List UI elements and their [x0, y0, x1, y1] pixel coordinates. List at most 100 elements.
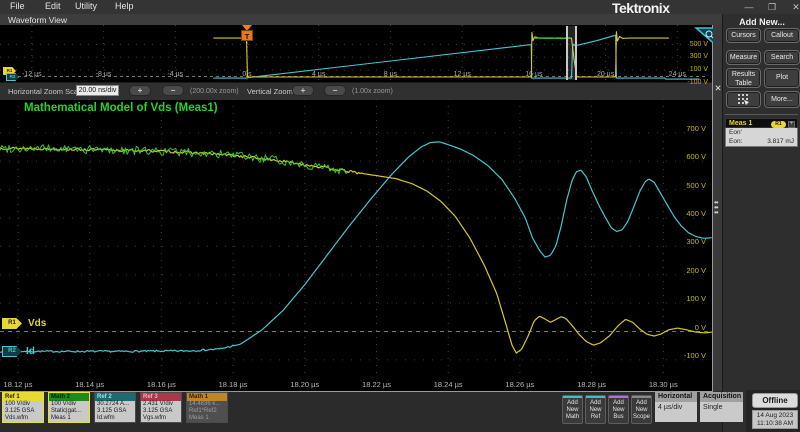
overview-volt-label: -100 V — [674, 79, 708, 86]
close-icon[interactable]: ✕ — [789, 2, 800, 13]
datetime-display: 14 Aug 2023 11:10:38 AM — [752, 410, 798, 429]
meas1-expand-icon[interactable]: + — [788, 121, 795, 128]
main-plot[interactable] — [0, 99, 712, 378]
main-time-label: 18.18 µs — [211, 380, 255, 389]
meas1-results-badge[interactable]: Meas 1 R1 + Eon' Eon: 3.817 mJ — [725, 118, 798, 147]
badge-title: Math 2 — [49, 393, 89, 401]
waveform-badge-ref3[interactable]: Ref 32.431 V/div3.125 GSAVgs.wfm — [140, 392, 182, 423]
main-time-label: 18.14 µs — [68, 380, 112, 389]
add-new-math-button[interactable]: AddNewMath — [562, 395, 583, 424]
meas1-source-pill: R1 — [771, 121, 786, 128]
horizontal-zoom-scale-input[interactable]: 20.00 ns/div — [76, 85, 119, 96]
main-volt-label: 400 V — [666, 209, 706, 218]
menu-help[interactable]: Help — [115, 1, 134, 11]
badge-row: Meas 1 — [187, 415, 227, 422]
overview-time-label: 20 µs — [588, 71, 624, 78]
acquisition-settings-panel[interactable]: Acquisition Single — [700, 392, 743, 420]
acquisition-title: Acquisition — [700, 392, 743, 402]
waveform-badge-math2[interactable]: Math 2100 V/divStatic|gat...Meas 1 — [48, 392, 90, 423]
tab-waveform-view[interactable]: Waveform View — [8, 15, 67, 25]
meas1-header: Meas 1 R1 + — [725, 118, 798, 128]
overview-volt-label: 500 V — [674, 41, 708, 48]
vds-label: Vds — [28, 318, 46, 329]
horizontal-zoom-minus-button[interactable]: − — [162, 85, 184, 96]
badge-row: 2.431 V/div — [141, 401, 181, 408]
badge-row: 3.125 GSA — [141, 408, 181, 415]
badge-row: 100 V/div — [3, 401, 43, 408]
measure-button[interactable]: Measure — [726, 50, 761, 65]
zoom-window-indicator[interactable] — [566, 26, 577, 80]
meas1-results: Eon' Eon: 3.817 mJ — [725, 128, 798, 147]
results-table-button[interactable]: Results Table — [726, 68, 761, 88]
badge-row: Vds.wfm — [3, 415, 43, 422]
accent-strip — [563, 396, 582, 398]
menu-utility[interactable]: Utility — [75, 1, 97, 11]
badge-row: Vgs.wfm — [141, 415, 181, 422]
date-text: 14 Aug 2023 — [757, 412, 794, 419]
main-volt-label: 200 V — [666, 266, 706, 275]
splitter-grip-icon[interactable]: •••••• — [714, 200, 721, 218]
search-button[interactable]: Search — [764, 50, 800, 65]
badge-row: 3.125 GSA — [3, 408, 43, 415]
waveform-badge-math1[interactable]: Math 114.4836 k...Ref1*Ref2Meas 1 — [186, 392, 228, 423]
meas1-row2-label: Eon: — [729, 138, 742, 145]
vertical-zoom-minus-button[interactable]: − — [324, 85, 346, 96]
menu-edit[interactable]: Edit — [45, 1, 61, 11]
horizontal-settings-panel[interactable]: Horizontal 4 µs/div — [655, 392, 697, 420]
plot-button[interactable]: Plot — [764, 68, 800, 88]
accent-strip — [586, 396, 605, 398]
accent-strip — [609, 396, 628, 398]
overview-time-label: -12 µs — [14, 71, 50, 78]
menu-bar: File Edit Utility Help Tektronix — ❐ ✕ — [0, 0, 800, 15]
add-new-bus-button[interactable]: AddNewBus — [608, 395, 629, 424]
main-volt-label: 0 V — [666, 323, 706, 332]
application-window: File Edit Utility Help Tektronix — ❐ ✕ W… — [0, 0, 800, 432]
zoom-grid-icon-button[interactable] — [726, 91, 761, 108]
main-volt-label: 300 V — [666, 237, 706, 246]
vertical-zoom-factor: (1.00x zoom) — [352, 88, 393, 95]
horizontal-title: Horizontal — [655, 392, 697, 402]
badge-title: Ref 1 — [3, 393, 43, 401]
badge-row: Id.wfm — [95, 415, 135, 422]
main-time-label: 18.22 µs — [355, 380, 399, 389]
horizontal-zoom-factor: (200.00x zoom) — [190, 88, 239, 95]
main-time-label: 18.16 µs — [139, 380, 183, 389]
badge-row: 30.2724 A... — [95, 401, 135, 408]
minimize-icon[interactable]: — — [742, 2, 756, 13]
zoom-grid-icon — [737, 93, 750, 106]
meas1-row1: Eon' — [729, 129, 742, 136]
more-button[interactable]: More... — [764, 91, 800, 108]
badge-row: 3.125 GSA — [95, 408, 135, 415]
add-new-ref-button[interactable]: AddNewRef — [585, 395, 606, 424]
overview-time-label: 16 µs — [516, 71, 552, 78]
main-volt-label: 500 V — [666, 181, 706, 190]
offline-button[interactable]: Offline — [752, 393, 798, 408]
badge-title: Ref 3 — [141, 393, 181, 401]
waveform-badge-ref2[interactable]: Ref 230.2724 A...3.125 GSAId.wfm — [94, 392, 136, 423]
badge-row: 100 V/div — [49, 401, 89, 408]
horizontal-zoom-plus-button[interactable]: + — [129, 85, 151, 96]
main-time-label: 18.12 µs — [0, 380, 40, 389]
overview-volt-label: 300 V — [674, 53, 708, 60]
right-panel: Add New... Cursors Callout Measure Searc… — [722, 14, 800, 432]
meas1-row2-value: 3.817 mJ — [767, 138, 794, 145]
badge-title: Ref 2 — [95, 393, 135, 401]
trigger-marker[interactable]: T — [241, 30, 253, 41]
cursors-button[interactable]: Cursors — [726, 28, 761, 43]
overview-time-label: 4 µs — [301, 71, 337, 78]
acquisition-value: Single — [700, 402, 743, 422]
horizontal-zoom-scale-label: Horizontal Zoom Scale — [8, 87, 84, 96]
horizontal-value: 4 µs/div — [655, 402, 697, 422]
overview-time-label: 12 µs — [444, 71, 480, 78]
waveform-badge-ref1[interactable]: Ref 1100 V/div3.125 GSAVds.wfm — [2, 392, 44, 423]
add-new-scope-button[interactable]: AddNewScope — [631, 395, 652, 424]
main-time-label: 18.20 µs — [283, 380, 327, 389]
tab-strip: Waveform View — [0, 14, 722, 25]
vertical-zoom-plus-button[interactable]: + — [292, 85, 314, 96]
menu-file[interactable]: File — [10, 1, 25, 11]
id-label: Id — [26, 346, 35, 357]
restore-icon[interactable]: ❐ — [765, 2, 779, 13]
plot-title: Mathematical Model of Vds (Meas1) — [24, 102, 218, 114]
callout-button[interactable]: Callout — [764, 28, 800, 43]
accent-strip — [632, 396, 651, 398]
